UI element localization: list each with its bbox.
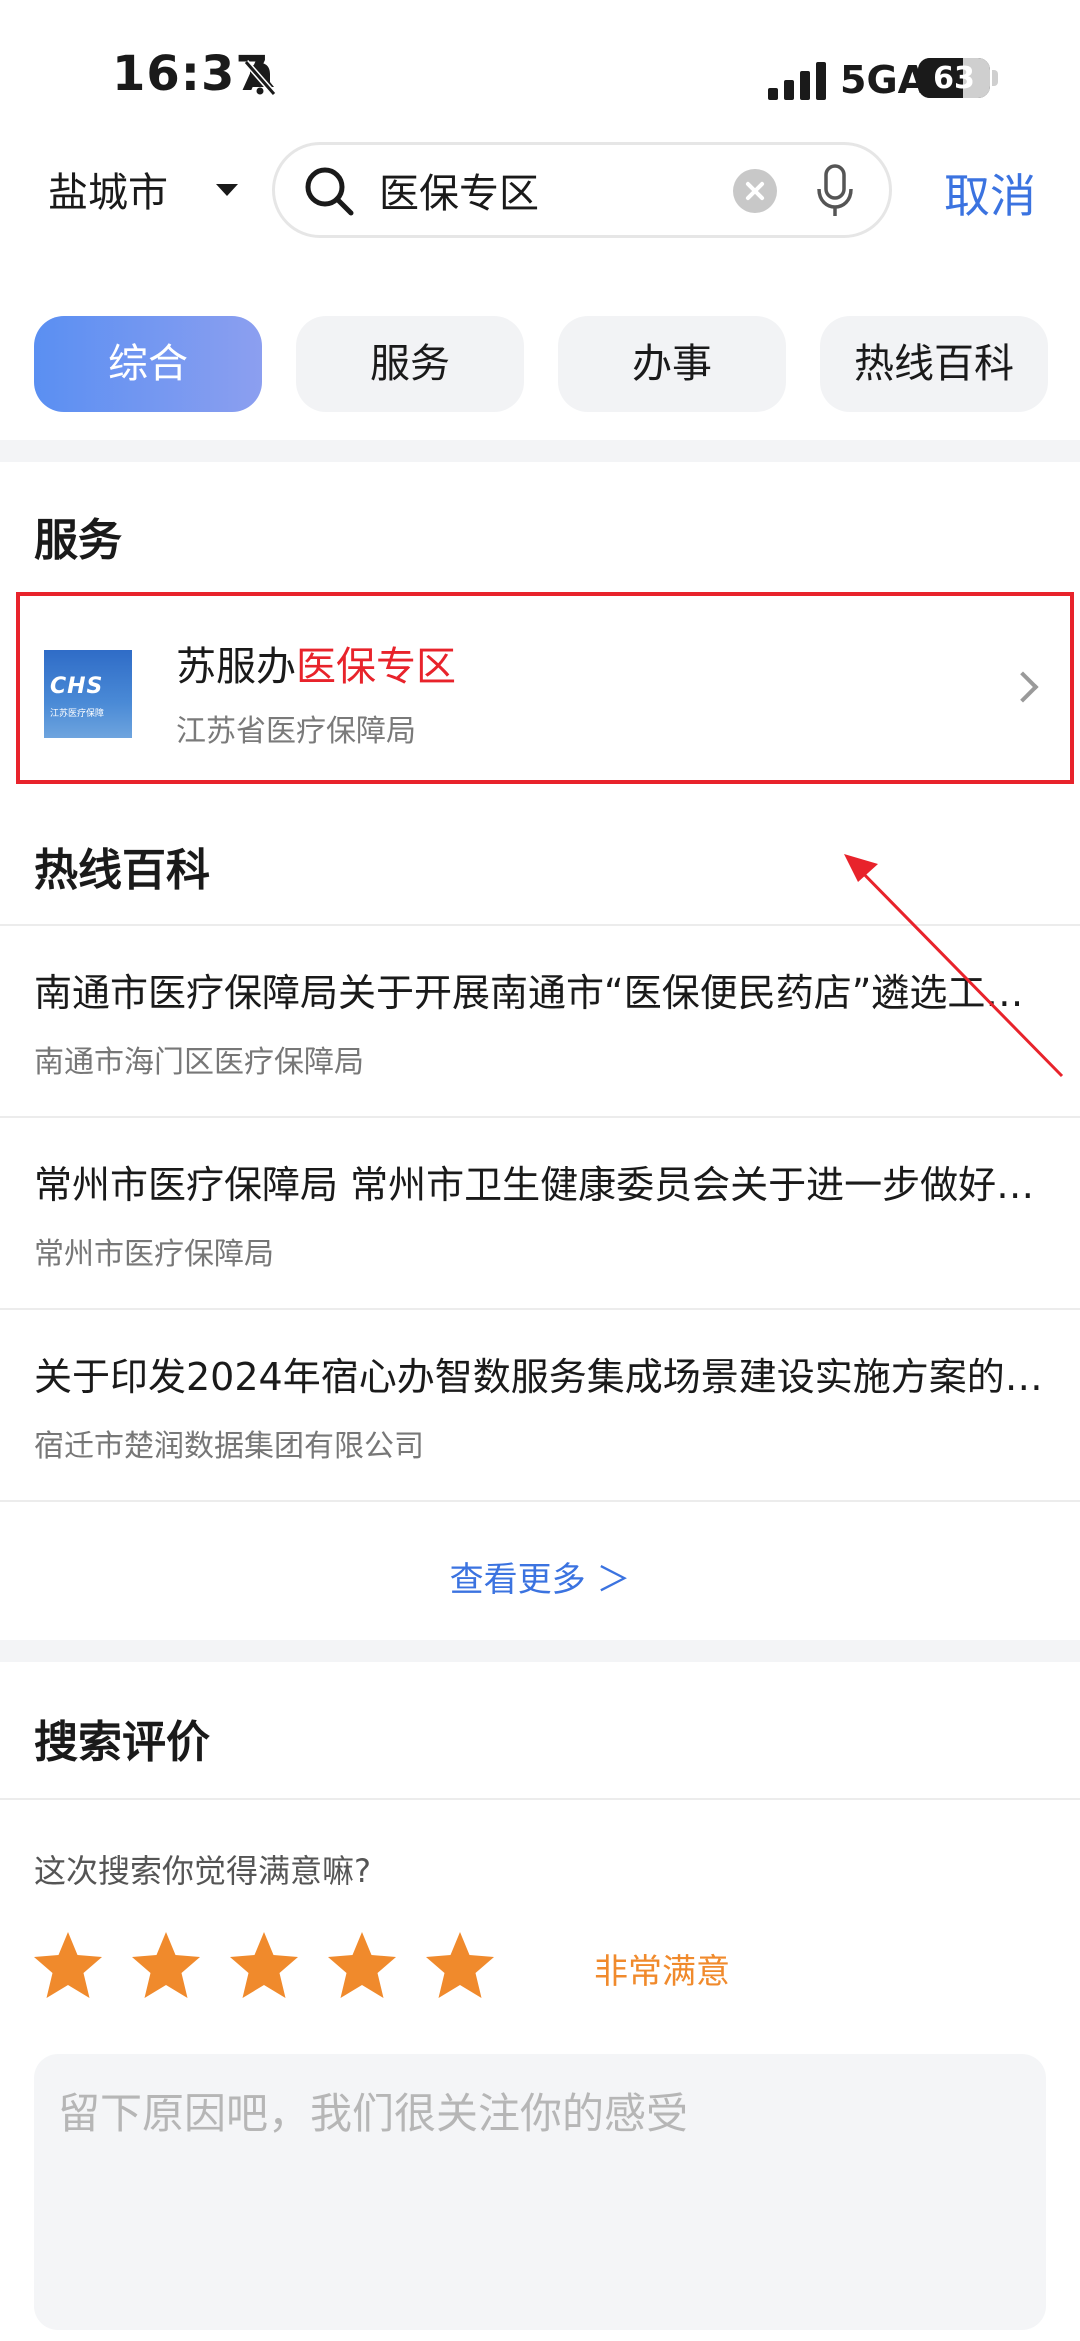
hotline-item-org: 宿迁市楚润数据集团有限公司 [34, 1429, 424, 1464]
star-rating[interactable] [30, 1928, 510, 2004]
view-more-link[interactable]: 查看更多 ＞ [0, 1552, 1080, 1601]
star-icon[interactable] [30, 1928, 106, 2004]
bell-muted-icon [243, 60, 277, 96]
section-separator [0, 440, 1080, 462]
search-icon [305, 167, 354, 216]
search-box[interactable] [272, 142, 892, 238]
status-bar: 16:37 5GA 63 [0, 0, 1080, 140]
logo-subtext: 江苏医疗保障 [50, 709, 105, 719]
divider [0, 1798, 1080, 1800]
divider [0, 1116, 1080, 1118]
city-selector[interactable]: 盐城市 [48, 160, 168, 218]
star-icon[interactable] [128, 1928, 204, 2004]
service-name-highlight: 医保专区 [296, 644, 456, 690]
cancel-button[interactable]: 取消 [944, 160, 1036, 226]
annotation-arrow-icon [844, 854, 1064, 1078]
feedback-input[interactable] [34, 2054, 1046, 2330]
clear-icon[interactable] [733, 169, 777, 213]
tab-all[interactable]: 综合 [34, 316, 262, 412]
service-item-medical-insurance[interactable]: CHS 江苏医疗保障 苏服办医保专区 江苏省医疗保障局 [16, 592, 1074, 784]
service-name: 苏服办医保专区 [176, 634, 456, 692]
tab-hotline-wiki[interactable]: 热线百科 [820, 316, 1048, 412]
caret-down-icon[interactable] [216, 184, 238, 196]
service-name-prefix: 苏服办 [176, 644, 296, 690]
rating-label: 非常满意 [594, 1952, 730, 1992]
chevron-right-icon [1007, 671, 1039, 703]
hotline-section-title: 热线百科 [34, 845, 210, 896]
filter-tabs: 综合 服务 办事 热线百科 [34, 316, 1048, 412]
battery-level: 63 [933, 61, 975, 96]
divider [0, 1308, 1080, 1310]
battery-icon: 63 [918, 58, 990, 98]
rating-question: 这次搜索你觉得满意嘛? [34, 1852, 371, 1890]
divider [0, 1500, 1080, 1502]
star-icon[interactable] [422, 1928, 498, 2004]
star-icon[interactable] [324, 1928, 400, 2004]
service-org: 江苏省医疗保障局 [176, 714, 416, 749]
section-separator [0, 1640, 1080, 1662]
logo-text: CHS [50, 674, 104, 699]
hotline-item-title: 关于印发2024年宿心办智数服务集成场景建设实施方案的通知 [34, 1355, 1044, 1399]
star-icon[interactable] [226, 1928, 302, 2004]
tab-services[interactable]: 服务 [296, 316, 524, 412]
service-logo: CHS 江苏医疗保障 [44, 650, 132, 738]
rating-section-title: 搜索评价 [34, 1717, 210, 1768]
search-input[interactable] [379, 167, 709, 213]
cell-signal-icon [768, 62, 826, 100]
network-type: 5GA [840, 58, 928, 102]
hotline-item-title: 常州市医疗保障局 常州市卫生健康委员会关于进一步做好医保相关工作的通知 [34, 1163, 1044, 1207]
tab-affairs[interactable]: 办事 [558, 316, 786, 412]
hotline-item-org: 常州市医疗保障局 [34, 1237, 274, 1272]
services-section-title: 服务 [34, 515, 122, 566]
hotline-item[interactable]: 常州市医疗保障局 常州市卫生健康委员会关于进一步做好医保相关工作的通知 常州市医… [34, 1154, 1054, 1273]
battery-tip [992, 70, 998, 86]
hotline-item[interactable]: 关于印发2024年宿心办智数服务集成场景建设实施方案的通知 宿迁市楚润数据集团有… [34, 1346, 1054, 1465]
microphone-icon[interactable] [815, 163, 855, 219]
